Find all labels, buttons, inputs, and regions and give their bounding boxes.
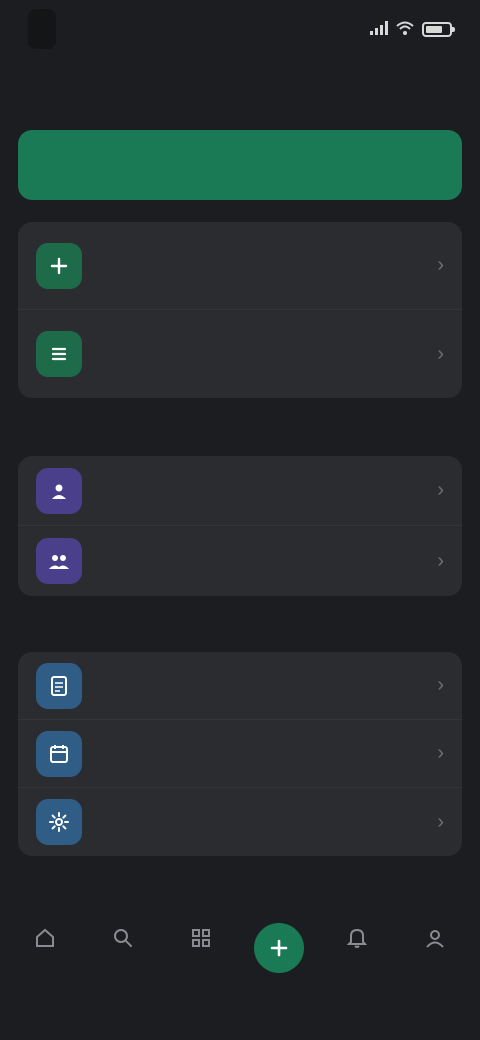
app-screen: › › › › › › › bbox=[0, 0, 480, 1040]
battery-icon bbox=[422, 21, 455, 37]
chevron-right-icon: › bbox=[437, 479, 444, 501]
chevron-right-icon: › bbox=[437, 742, 444, 764]
list-icon bbox=[36, 331, 82, 377]
primary-action-button[interactable] bbox=[18, 130, 462, 200]
calendar-icon bbox=[36, 730, 82, 777]
list-item[interactable]: › bbox=[18, 310, 462, 398]
section-2-card: › › bbox=[18, 456, 462, 596]
grid-icon bbox=[186, 923, 216, 953]
list-item[interactable]: › bbox=[18, 222, 462, 310]
list-item[interactable]: › bbox=[18, 720, 462, 788]
home-icon bbox=[30, 923, 60, 953]
chevron-right-icon: › bbox=[437, 810, 444, 833]
tab-profile[interactable] bbox=[400, 923, 470, 961]
list-item[interactable]: › bbox=[18, 652, 462, 720]
person-icon bbox=[36, 467, 82, 514]
list-item[interactable]: › bbox=[18, 456, 462, 526]
plus-icon bbox=[36, 242, 82, 289]
document-icon bbox=[36, 662, 82, 709]
chevron-right-icon: › bbox=[437, 549, 444, 572]
tab-search[interactable] bbox=[88, 923, 158, 961]
tab-create[interactable] bbox=[244, 923, 314, 981]
chevron-right-icon: › bbox=[437, 342, 444, 365]
profile-icon bbox=[420, 923, 450, 953]
gear-icon bbox=[36, 799, 82, 845]
quick-actions-card: › › bbox=[18, 222, 462, 398]
signal-icon bbox=[370, 20, 388, 38]
search-icon bbox=[108, 923, 138, 953]
status-icons bbox=[370, 20, 455, 38]
wifi-icon bbox=[396, 21, 414, 38]
tab-grid[interactable] bbox=[166, 923, 236, 961]
chevron-right-icon: › bbox=[437, 254, 444, 276]
chevron-right-icon: › bbox=[437, 674, 444, 696]
list-item[interactable]: › bbox=[18, 788, 462, 856]
section-3-card: › › › bbox=[18, 652, 462, 856]
bell-icon bbox=[342, 923, 372, 953]
people-icon bbox=[36, 538, 82, 584]
tab-home[interactable] bbox=[10, 923, 80, 961]
tab-notifications[interactable] bbox=[322, 923, 392, 961]
plus-icon bbox=[254, 923, 304, 973]
list-item[interactable]: › bbox=[18, 526, 462, 596]
bottom-tab-bar bbox=[0, 905, 480, 1040]
status-time-container bbox=[28, 9, 56, 49]
status-bar bbox=[0, 0, 480, 58]
